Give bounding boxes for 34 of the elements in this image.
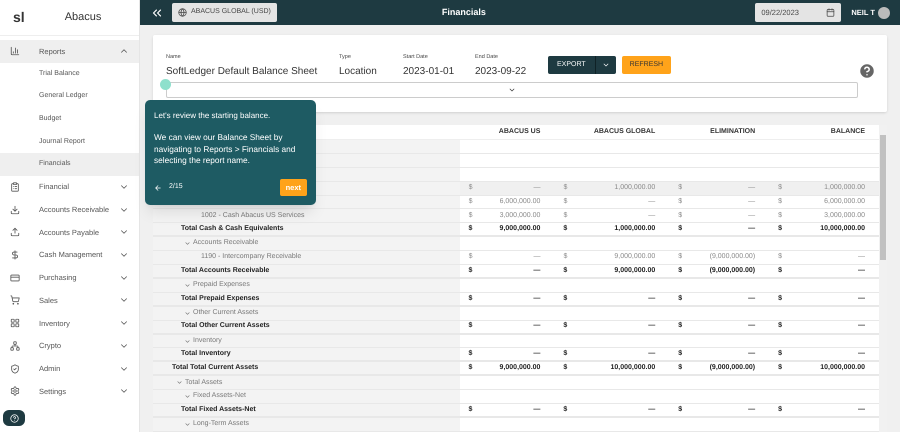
bar-chart-icon bbox=[10, 46, 20, 56]
card-icon bbox=[10, 272, 20, 283]
field-value: 2023-01-01 bbox=[403, 65, 456, 80]
caret-icon[interactable] bbox=[602, 61, 610, 69]
field-value: Location bbox=[339, 65, 378, 80]
help-icon[interactable] bbox=[858, 62, 876, 80]
shield-icon bbox=[10, 364, 20, 374]
grid-icon bbox=[10, 318, 20, 328]
field-value: 2023-09-22 bbox=[475, 65, 528, 80]
chevron-down-icon bbox=[184, 240, 191, 248]
chevron-down-icon bbox=[184, 338, 191, 345]
user-avatar[interactable] bbox=[878, 6, 890, 18]
network-icon bbox=[10, 340, 20, 351]
help-button[interactable] bbox=[3, 410, 25, 426]
upload-icon bbox=[10, 227, 20, 238]
field-value: SoftLedger Default Balance Sheet bbox=[166, 65, 318, 80]
calendar-icon bbox=[826, 8, 836, 17]
cart-icon bbox=[10, 295, 20, 306]
logo: sl bbox=[13, 8, 25, 27]
tour-title: Let's review the starting balance. bbox=[154, 110, 272, 122]
settings-icon bbox=[10, 386, 20, 396]
chevron-down-icon bbox=[184, 420, 191, 428]
download-icon bbox=[10, 204, 20, 215]
back-arrow-icon[interactable] bbox=[154, 184, 162, 192]
tour-text: We can view our Balance Sheet by navigating to Reports > Financials and selecting the report name. bbox=[154, 132, 296, 166]
clipboard-icon bbox=[10, 182, 20, 192]
page-title: Financials bbox=[442, 6, 486, 19]
chevron-down-icon bbox=[508, 86, 516, 94]
chevron-down-icon bbox=[184, 310, 191, 317]
chevron-down-icon bbox=[184, 282, 191, 289]
org-name: Abacus bbox=[64, 10, 102, 26]
globe-icon bbox=[178, 8, 187, 17]
dollar-icon bbox=[10, 250, 20, 260]
help-icon bbox=[10, 414, 18, 422]
